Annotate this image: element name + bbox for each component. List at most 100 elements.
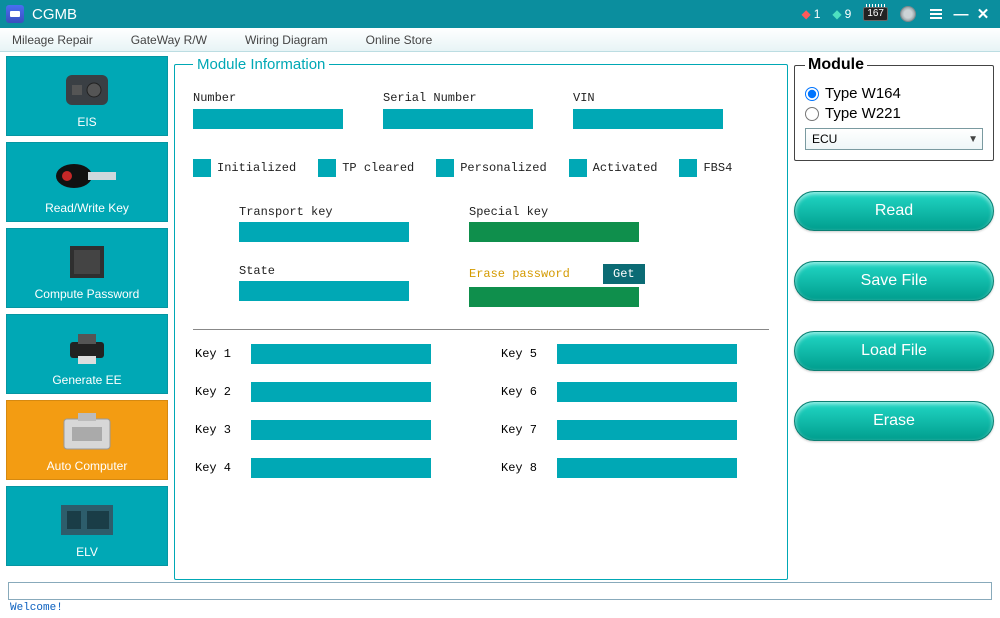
key1-value (251, 344, 431, 364)
flag-personalized: Personalized (460, 161, 546, 175)
radio-w164-label: Type W164 (825, 85, 901, 102)
status-bar: Welcome! (0, 600, 1000, 616)
minimize-button[interactable]: — (950, 6, 972, 23)
radio-w221-input[interactable] (805, 107, 819, 121)
flag-initialized: Initialized (217, 161, 296, 175)
vin-value (573, 109, 723, 129)
sidebar-eis-label: EIS (77, 115, 96, 129)
app-title: CGMB (32, 6, 77, 23)
erase-button[interactable]: Erase (794, 401, 994, 441)
state-label: State (239, 264, 409, 278)
key2-value (251, 382, 431, 402)
flag-tp-box (318, 159, 336, 177)
transport-key-value (239, 222, 409, 242)
module-combo[interactable]: ECU ▼ (805, 128, 983, 150)
sidebar-eis[interactable]: EIS (6, 56, 168, 136)
sidebar-read-write-key[interactable]: Read/Write Key (6, 142, 168, 222)
command-input[interactable] (8, 582, 992, 600)
gem-red-count: 1 (814, 7, 821, 21)
flag-activated: Activated (593, 161, 658, 175)
number-label: Number (193, 91, 343, 105)
keys-right-column: Key 5 Key 6 Key 7 Key 8 (501, 344, 737, 478)
gem-green-counter: ◆ 9 (832, 7, 851, 21)
module-select-legend: Module (805, 56, 867, 74)
key-icon (52, 155, 122, 197)
module-info-legend: Module Information (193, 56, 329, 73)
flag-personalized-box (436, 159, 454, 177)
key8-value (557, 458, 737, 478)
chevron-down-icon: ▼ (968, 134, 978, 145)
flag-fbs4-box (679, 159, 697, 177)
sidebar-rwkey-label: Read/Write Key (45, 201, 129, 215)
keys-left-column: Key 1 Key 2 Key 3 Key 4 (195, 344, 431, 478)
key3-value (251, 420, 431, 440)
erase-password-value (469, 287, 639, 307)
get-button[interactable]: Get (603, 264, 645, 284)
radio-w164-input[interactable] (805, 87, 819, 101)
calendar-badge-value: 167 (863, 7, 888, 21)
sidebar-compute-password[interactable]: Compute Password (6, 228, 168, 308)
menu-gateway-rw[interactable]: GateWay R/W (131, 33, 207, 47)
printer-icon (52, 327, 122, 369)
flag-fbs4: FBS4 (703, 161, 732, 175)
sidebar-elv[interactable]: ELV (6, 486, 168, 566)
gem-green-count: 9 (845, 7, 852, 21)
sidebar-compute-label: Compute Password (35, 287, 140, 301)
key7-label: Key 7 (501, 423, 545, 437)
app-icon (6, 5, 24, 23)
close-button[interactable]: ✕ (972, 5, 994, 23)
key2-label: Key 2 (195, 385, 239, 399)
key8-label: Key 8 (501, 461, 545, 475)
sidebar: EIS Read/Write Key Compute Password Gene… (6, 56, 168, 580)
serial-value (383, 109, 533, 129)
gem-red-icon: ◆ (801, 7, 810, 21)
save-file-button[interactable]: Save File (794, 261, 994, 301)
calendar-badge[interactable]: 167 (863, 7, 888, 21)
key5-value (557, 344, 737, 364)
gem-red-counter: ◆ 1 (801, 7, 820, 21)
flag-tp-cleared: TP cleared (342, 161, 414, 175)
radio-w221-label: Type W221 (825, 105, 901, 122)
hamburger-menu-icon[interactable] (928, 6, 944, 22)
flag-initialized-box (193, 159, 211, 177)
sidebar-elv-label: ELV (76, 545, 98, 559)
key5-label: Key 5 (501, 347, 545, 361)
sidebar-autocomp-label: Auto Computer (47, 459, 128, 473)
key4-label: Key 4 (195, 461, 239, 475)
key3-label: Key 3 (195, 423, 239, 437)
titlebar: CGMB ◆ 1 ◆ 9 167 — ✕ (0, 0, 1000, 28)
key4-value (251, 458, 431, 478)
menu-online-store[interactable]: Online Store (366, 33, 433, 47)
load-file-button[interactable]: Load File (794, 331, 994, 371)
radio-type-w164[interactable]: Type W164 (805, 85, 983, 102)
board-icon (52, 499, 122, 541)
key6-value (557, 382, 737, 402)
right-panel: Module Type W164 Type W221 ECU ▼ Read Sa… (794, 56, 994, 580)
number-value (193, 109, 343, 129)
module-information-panel: Module Information Number Serial Number … (174, 56, 788, 580)
sidebar-auto-computer[interactable]: Auto Computer (6, 400, 168, 480)
medal-icon[interactable] (900, 6, 916, 22)
state-value (239, 281, 409, 301)
module-combo-value: ECU (812, 132, 837, 146)
sidebar-genee-label: Generate EE (52, 373, 121, 387)
vin-label: VIN (573, 91, 723, 105)
ecu-icon (52, 413, 122, 455)
transport-key-label: Transport key (239, 205, 409, 219)
chip-icon (52, 241, 122, 283)
menu-wiring-diagram[interactable]: Wiring Diagram (245, 33, 328, 47)
sidebar-generate-ee[interactable]: Generate EE (6, 314, 168, 394)
module-select-panel: Module Type W164 Type W221 ECU ▼ (794, 56, 994, 161)
flag-activated-box (569, 159, 587, 177)
radio-type-w221[interactable]: Type W221 (805, 105, 983, 122)
read-button[interactable]: Read (794, 191, 994, 231)
special-key-label: Special key (469, 205, 645, 219)
serial-label: Serial Number (383, 91, 533, 105)
key7-value (557, 420, 737, 440)
key6-label: Key 6 (501, 385, 545, 399)
eis-icon (52, 69, 122, 111)
key1-label: Key 1 (195, 347, 239, 361)
separator (193, 329, 769, 330)
gem-green-icon: ◆ (832, 7, 841, 21)
menu-mileage-repair[interactable]: Mileage Repair (12, 33, 93, 47)
